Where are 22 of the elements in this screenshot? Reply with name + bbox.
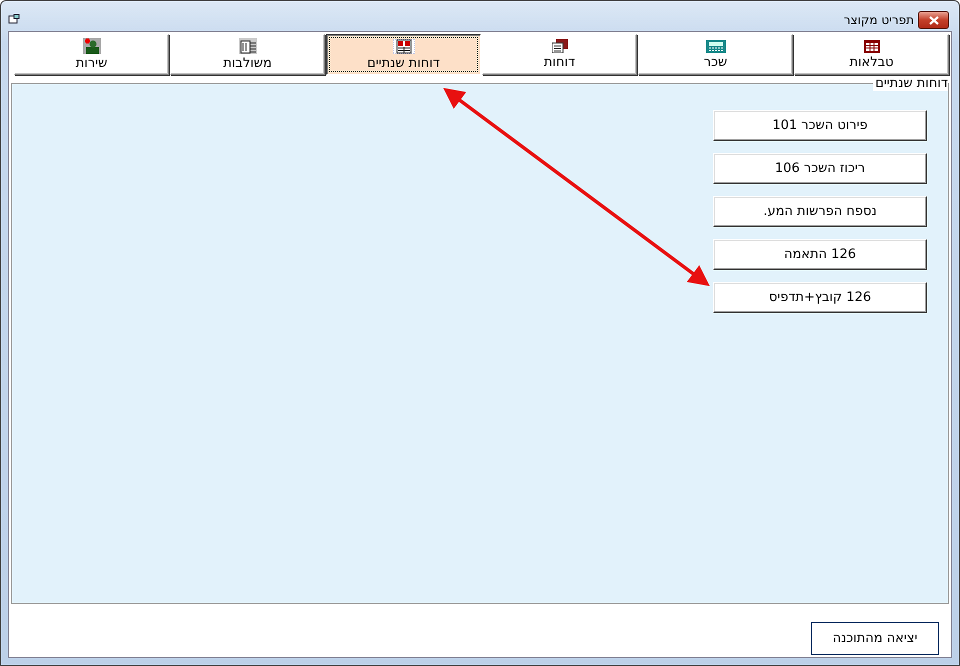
report-button[interactable]: 126 התאמה xyxy=(713,239,927,270)
app-icon xyxy=(8,14,20,24)
window-title: תפריט מקוצר xyxy=(844,13,914,27)
report-button[interactable]: 126 קובץ+תדפיס xyxy=(713,282,927,313)
calendar-icon xyxy=(392,38,414,54)
tab[interactable]: טבלאות xyxy=(794,34,949,75)
tab[interactable]: שירות xyxy=(14,34,169,75)
exit-button[interactable]: יציאה מהתוכנה xyxy=(811,622,939,655)
service-icon xyxy=(82,38,100,54)
close-button[interactable] xyxy=(918,11,949,29)
tab[interactable]: דוחות xyxy=(482,34,637,75)
close-icon xyxy=(928,16,938,24)
report-button[interactable]: ריכוז השכר 106 xyxy=(713,153,927,184)
reports-icon xyxy=(552,39,568,53)
report-button[interactable]: פירוט השכר 101 xyxy=(713,110,927,141)
table-icon xyxy=(864,40,880,52)
binder-icon xyxy=(238,38,256,54)
tab[interactable]: דוחות שנתיים xyxy=(326,34,481,75)
calculator-icon xyxy=(706,40,726,52)
report-button[interactable]: נספח הפרשות המע. xyxy=(713,196,927,227)
tab[interactable]: שכר xyxy=(638,34,793,75)
tab[interactable]: משולבות xyxy=(170,34,325,75)
